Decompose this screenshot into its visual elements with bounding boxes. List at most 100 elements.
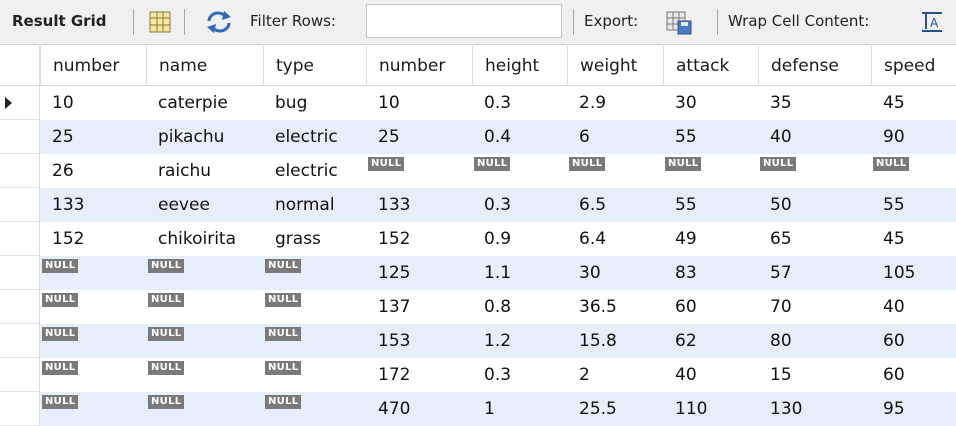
cell-name[interactable]: NULL	[146, 256, 263, 290]
cell-height[interactable]: 0.8	[472, 290, 567, 324]
cell-type[interactable]: NULL	[263, 324, 366, 358]
cell-weight[interactable]: 2	[567, 358, 663, 392]
cell-speed[interactable]: 105	[871, 256, 956, 290]
cell-number[interactable]: 25	[366, 120, 472, 154]
column-header-speed[interactable]: speed	[871, 46, 956, 86]
cell-weight[interactable]: NULL	[567, 154, 663, 188]
cell-type[interactable]: electric	[263, 120, 366, 154]
row-selector[interactable]	[0, 86, 40, 120]
cell-number[interactable]: NULL	[40, 290, 146, 324]
cell-height[interactable]: 1	[472, 392, 567, 426]
table-row[interactable]: NULL NULL NULL 125 1.1 30 83 57 105	[0, 256, 956, 290]
row-selector[interactable]	[0, 222, 40, 256]
cell-defense[interactable]: 50	[758, 188, 871, 222]
cell-attack[interactable]: 60	[663, 290, 758, 324]
cell-attack[interactable]: 83	[663, 256, 758, 290]
column-header-weight[interactable]: weight	[567, 46, 663, 86]
cell-attack[interactable]: 110	[663, 392, 758, 426]
cell-height[interactable]: 1.1	[472, 256, 567, 290]
cell-height[interactable]: 0.9	[472, 222, 567, 256]
grid-view-icon[interactable]	[149, 11, 171, 37]
row-selector[interactable]	[0, 154, 40, 188]
cell-defense[interactable]: 70	[758, 290, 871, 324]
cell-weight[interactable]: 30	[567, 256, 663, 290]
cell-number[interactable]: 133	[366, 188, 472, 222]
cell-height[interactable]: 0.3	[472, 358, 567, 392]
cell-speed[interactable]: 40	[871, 290, 956, 324]
cell-number[interactable]: 137	[366, 290, 472, 324]
cell-attack[interactable]: 30	[663, 86, 758, 120]
cell-height[interactable]: 1.2	[472, 324, 567, 358]
cell-weight[interactable]: 25.5	[567, 392, 663, 426]
row-selector[interactable]	[0, 188, 40, 222]
cell-number[interactable]: NULL	[40, 256, 146, 290]
cell-number[interactable]: 152	[366, 222, 472, 256]
cell-number[interactable]: 10	[40, 86, 146, 120]
column-header-defense[interactable]: defense	[758, 46, 871, 86]
cell-speed[interactable]: 60	[871, 324, 956, 358]
cell-defense[interactable]: NULL	[758, 154, 871, 188]
row-selector[interactable]	[0, 290, 40, 324]
column-header-name[interactable]: name	[146, 46, 263, 86]
cell-number[interactable]: NULL	[40, 324, 146, 358]
table-row[interactable]: 26 raichu electric NULL NULL NULL NULL NULL NULL	[0, 154, 956, 188]
cell-type[interactable]: grass	[263, 222, 366, 256]
cell-attack[interactable]: 62	[663, 324, 758, 358]
cell-speed[interactable]: 90	[871, 120, 956, 154]
cell-name[interactable]: NULL	[146, 392, 263, 426]
export-icon[interactable]	[666, 9, 692, 39]
cell-height[interactable]: 0.3	[472, 188, 567, 222]
cell-type[interactable]: NULL	[263, 256, 366, 290]
cell-speed[interactable]: 45	[871, 222, 956, 256]
cell-name[interactable]: eevee	[146, 188, 263, 222]
table-row[interactable]: 152 chikoirita grass 152 0.9 6.4 49 65 45	[0, 222, 956, 256]
cell-type[interactable]: normal	[263, 188, 366, 222]
cell-weight[interactable]: 36.5	[567, 290, 663, 324]
cell-height[interactable]: NULL	[472, 154, 567, 188]
cell-number[interactable]: 172	[366, 358, 472, 392]
cell-name[interactable]: NULL	[146, 358, 263, 392]
cell-defense[interactable]: 40	[758, 120, 871, 154]
cell-name[interactable]: caterpie	[146, 86, 263, 120]
cell-defense[interactable]: 65	[758, 222, 871, 256]
cell-speed[interactable]: 60	[871, 358, 956, 392]
cell-number[interactable]: NULL	[366, 154, 472, 188]
cell-speed[interactable]: NULL	[871, 154, 956, 188]
wrap-text-icon[interactable]: A	[920, 11, 944, 37]
cell-number[interactable]: NULL	[40, 358, 146, 392]
cell-name[interactable]: pikachu	[146, 120, 263, 154]
row-selector[interactable]	[0, 358, 40, 392]
cell-number[interactable]: 25	[40, 120, 146, 154]
cell-number[interactable]: 125	[366, 256, 472, 290]
cell-number[interactable]: 470	[366, 392, 472, 426]
row-selector[interactable]	[0, 256, 40, 290]
row-selector[interactable]	[0, 324, 40, 358]
cell-type[interactable]: NULL	[263, 392, 366, 426]
table-row[interactable]: 25 pikachu electric 25 0.4 6 55 40 90	[0, 120, 956, 154]
table-row[interactable]: 133 eevee normal 133 0.3 6.5 55 50 55	[0, 188, 956, 222]
cell-number[interactable]: 133	[40, 188, 146, 222]
row-selector[interactable]	[0, 120, 40, 154]
cell-attack[interactable]: 40	[663, 358, 758, 392]
cell-defense[interactable]: 130	[758, 392, 871, 426]
column-header-attack[interactable]: attack	[663, 46, 758, 86]
cell-defense[interactable]: 35	[758, 86, 871, 120]
column-header-number[interactable]: number	[366, 46, 472, 86]
table-row[interactable]: NULL NULL NULL 153 1.2 15.8 62 80 60	[0, 324, 956, 358]
cell-attack[interactable]: NULL	[663, 154, 758, 188]
column-header-type[interactable]: type	[263, 46, 366, 86]
cell-name[interactable]: chikoirita	[146, 222, 263, 256]
cell-speed[interactable]: 45	[871, 86, 956, 120]
cell-type[interactable]: NULL	[263, 290, 366, 324]
refresh-icon[interactable]	[205, 11, 233, 37]
cell-weight[interactable]: 6.4	[567, 222, 663, 256]
cell-height[interactable]: 0.4	[472, 120, 567, 154]
cell-attack[interactable]: 55	[663, 188, 758, 222]
cell-name[interactable]: NULL	[146, 290, 263, 324]
table-row[interactable]: NULL NULL NULL 137 0.8 36.5 60 70 40	[0, 290, 956, 324]
row-selector[interactable]	[0, 392, 40, 426]
cell-height[interactable]: 0.3	[472, 86, 567, 120]
cell-attack[interactable]: 49	[663, 222, 758, 256]
cell-attack[interactable]: 55	[663, 120, 758, 154]
cell-defense[interactable]: 80	[758, 324, 871, 358]
